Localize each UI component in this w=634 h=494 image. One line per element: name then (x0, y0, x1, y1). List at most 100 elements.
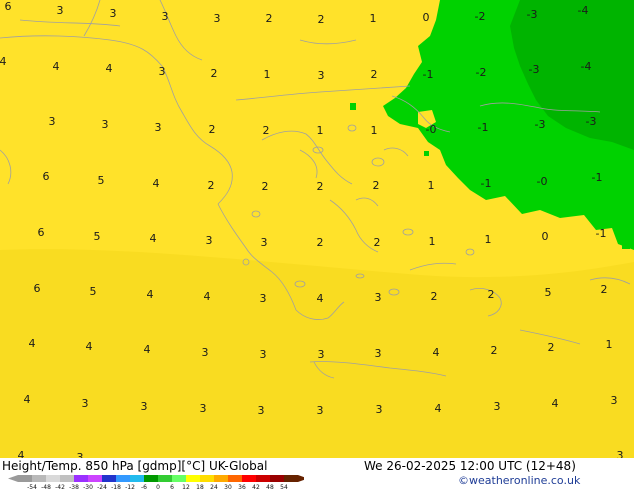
temperature-value: 2 (209, 123, 216, 136)
color-scale-label: -30 (83, 484, 93, 490)
temperature-value: 2 (373, 179, 380, 192)
color-scale-label: 48 (266, 484, 274, 490)
credit-text[interactable]: ©weatheronline.co.uk (458, 474, 580, 487)
temperature-value: -1 (592, 171, 603, 184)
temperature-value: 5 (90, 285, 97, 298)
temperature-value: 5 (98, 174, 105, 187)
color-scale-label: 12 (182, 484, 190, 490)
temperature-value: 4 (86, 340, 93, 353)
color-scale-swatch (172, 475, 186, 482)
temperature-value: 3 (376, 403, 383, 416)
temperature-value: -1 (481, 177, 492, 190)
color-scale-label: 18 (196, 484, 204, 490)
temperature-value: 3 (141, 400, 148, 413)
temperature-value: 2 (601, 283, 608, 296)
temperature-value: 3 (261, 236, 268, 249)
temperature-value: 4 (153, 177, 160, 190)
cool-patch (424, 151, 429, 156)
temperature-value: 6 (38, 226, 45, 239)
temperature-value: 3 (77, 451, 84, 458)
temperature-value: 1 (606, 338, 613, 351)
temperature-value: 6 (34, 282, 41, 295)
temperature-value: 4 (53, 60, 60, 73)
temperature-value: 4 (435, 402, 442, 415)
temperature-value: 1 (371, 124, 378, 137)
temperature-value: -2 (476, 66, 487, 79)
temperature-value: 4 (317, 292, 324, 305)
color-scale-labels: -54 -48 -42 -38 -30 -24 -18 -12 -6 0 6 12 18 24 30 36 42… (27, 484, 288, 491)
temperature-value: 2 (317, 236, 324, 249)
temperature-value: 2 (263, 124, 270, 137)
temperature-value: -0 (426, 123, 437, 136)
color-scale-swatch (18, 475, 32, 482)
temperature-value: 0 (423, 11, 430, 24)
temperature-value: 1 (485, 233, 492, 246)
temperature-value: 3 (318, 348, 325, 361)
temperature-value: 3 (375, 291, 382, 304)
temperature-value: 2 (318, 13, 325, 26)
cool-patch (350, 103, 356, 110)
temperature-value: 3 (258, 404, 265, 417)
color-scale-label: -38 (69, 484, 79, 490)
temperature-value: 3 (49, 115, 56, 128)
color-scale-label: 42 (252, 484, 260, 490)
temperature-value: -3 (529, 63, 540, 76)
temperature-value: 0 (542, 230, 549, 243)
temperature-value: -4 (581, 60, 592, 73)
cool-patch (622, 240, 630, 249)
temperature-value: 3 (155, 121, 162, 134)
valid-time: We 26-02-2025 12:00 UTC (12+48) (364, 459, 576, 473)
temperature-value: 4 (0, 55, 7, 68)
color-scale-label: 0 (156, 484, 160, 490)
temperature-value: 4 (29, 337, 36, 350)
color-scale-label: -24 (97, 484, 107, 490)
color-scale-swatch (270, 475, 284, 482)
temperature-value: 3 (162, 10, 169, 23)
temperature-value: 2 (491, 344, 498, 357)
temperature-value: 3 (57, 4, 64, 17)
temperature-value: 4 (144, 343, 151, 356)
temperature-value: -2 (475, 10, 486, 23)
map-footer: Height/Temp. 850 hPa [gdmp][°C] UK-Globa… (0, 458, 634, 491)
color-scale-swatch (158, 475, 172, 482)
temperature-value: 6 (5, 0, 12, 13)
temperature-value: 2 (431, 290, 438, 303)
color-scale-swatch (214, 475, 228, 482)
color-scale-label: -18 (111, 484, 121, 490)
temperature-value: 3 (110, 7, 117, 20)
temperature-value: 3 (617, 449, 624, 458)
temperature-value: 3 (375, 347, 382, 360)
temperature-value: 1 (428, 179, 435, 192)
temperature-value: -1 (423, 68, 434, 81)
temperature-value: 5 (545, 286, 552, 299)
temperature-value: 3 (200, 402, 207, 415)
temperature-value: -1 (596, 227, 607, 240)
color-scale-label: -42 (55, 484, 65, 490)
temperature-value: 1 (370, 12, 377, 25)
color-scale-swatches (8, 475, 308, 482)
color-scale-arrow-right (298, 475, 308, 482)
color-scale-label: -6 (141, 484, 147, 490)
color-scale-swatch (186, 475, 200, 482)
temperature-value: 3 (82, 397, 89, 410)
temperature-value: 3 (260, 348, 267, 361)
temperature-value: 3 (159, 65, 166, 78)
temperature-value: 2 (211, 67, 218, 80)
temperature-value: 1 (317, 124, 324, 137)
temperature-value: 3 (260, 292, 267, 305)
color-scale-label: 24 (210, 484, 218, 490)
color-scale-label: 54 (280, 484, 288, 490)
temperature-value: 2 (208, 179, 215, 192)
color-scale-swatch (242, 475, 256, 482)
temperature-value: 3 (494, 400, 501, 413)
temperature-value: -3 (586, 115, 597, 128)
temperature-value: 3 (318, 69, 325, 82)
color-scale-swatch (130, 475, 144, 482)
color-scale-label: 36 (238, 484, 246, 490)
color-scale-swatch (256, 475, 270, 482)
temperature-value: 4 (24, 393, 31, 406)
temperature-value: -3 (527, 8, 538, 21)
color-scale-swatch (200, 475, 214, 482)
temperature-value: -4 (578, 4, 589, 17)
color-scale-label: 30 (224, 484, 232, 490)
